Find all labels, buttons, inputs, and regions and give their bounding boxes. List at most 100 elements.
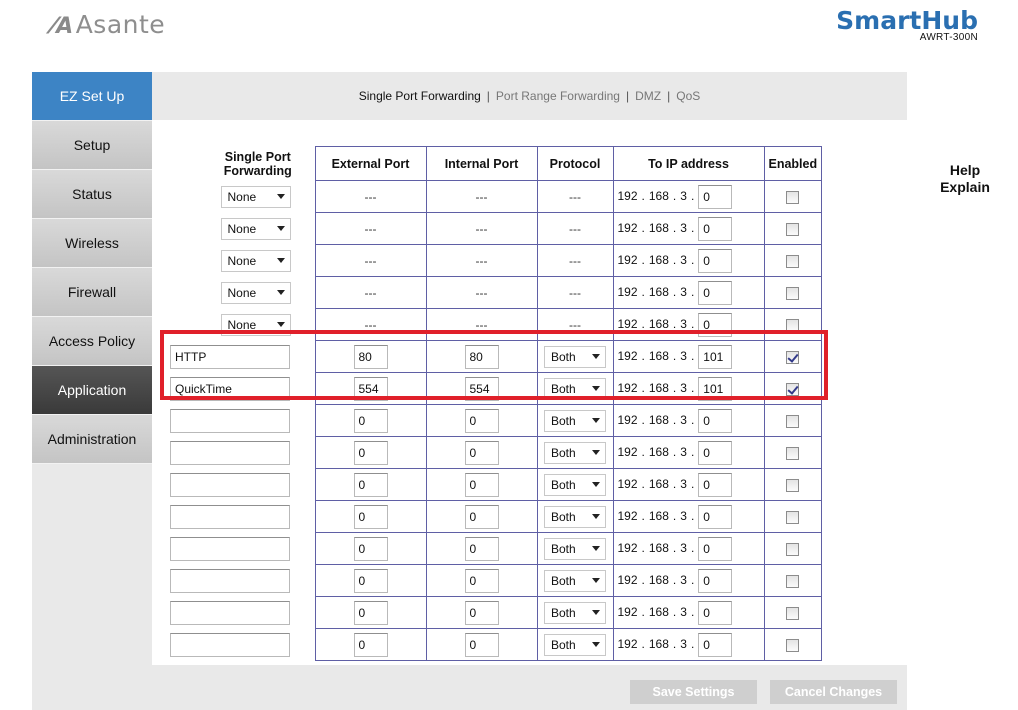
ip-octet-3: 3 xyxy=(680,252,687,267)
application-name-input[interactable]: HTTP xyxy=(170,344,290,369)
internal-port-input[interactable]: 0 xyxy=(464,568,499,593)
sidebar-item-ez-set-up[interactable]: EZ Set Up xyxy=(32,72,152,121)
application-name-input[interactable]: QuickTime xyxy=(170,376,290,401)
internal-port-value: --- xyxy=(475,317,488,332)
enabled-checkbox[interactable] xyxy=(786,350,800,364)
cancel-changes-button[interactable]: Cancel Changes xyxy=(770,680,897,704)
protocol-select[interactable]: Both xyxy=(544,537,606,560)
enabled-checkbox[interactable] xyxy=(786,414,800,428)
application-select[interactable]: None xyxy=(220,313,291,336)
protocol-select[interactable]: Both xyxy=(544,569,606,592)
external-port-input[interactable]: 0 xyxy=(353,408,388,433)
chevron-down-icon xyxy=(592,546,600,551)
ip-last-octet-input[interactable]: 101 xyxy=(698,344,733,369)
help-explain[interactable]: Help Explain xyxy=(925,162,1005,196)
enabled-cell xyxy=(763,596,823,629)
save-settings-button[interactable]: Save Settings xyxy=(630,680,757,704)
column-header-enabled: Enabled xyxy=(763,146,823,181)
application-name-input[interactable] xyxy=(170,472,290,497)
internal-port-input[interactable]: 0 xyxy=(464,536,499,561)
enabled-checkbox[interactable] xyxy=(786,286,800,300)
ip-last-octet-input[interactable]: 0 xyxy=(698,472,733,497)
protocol-select[interactable]: Both xyxy=(544,505,606,528)
sidebar-item-administration[interactable]: Administration xyxy=(32,415,152,464)
enabled-checkbox[interactable] xyxy=(786,254,800,268)
protocol-select[interactable]: Both xyxy=(544,409,606,432)
enabled-checkbox[interactable] xyxy=(786,574,800,588)
enabled-checkbox[interactable] xyxy=(786,222,800,236)
ip-octet-3: 3 xyxy=(680,412,687,427)
ip-last-octet-input[interactable]: 0 xyxy=(698,216,733,241)
external-port-input[interactable]: 0 xyxy=(353,600,388,625)
protocol-select[interactable]: Both xyxy=(544,601,606,624)
protocol-select[interactable]: Both xyxy=(544,633,606,656)
protocol-select[interactable]: Both xyxy=(544,473,606,496)
sidebar-item-wireless[interactable]: Wireless xyxy=(32,219,152,268)
ip-octet-3: 3 xyxy=(680,476,687,491)
ip-last-octet-input[interactable]: 0 xyxy=(698,568,733,593)
internal-port-input[interactable]: 0 xyxy=(464,408,499,433)
application-name-input[interactable] xyxy=(170,632,290,657)
application-select[interactable]: None xyxy=(220,185,291,208)
ip-last-octet-input[interactable]: 0 xyxy=(698,312,733,337)
ip-dot: . xyxy=(641,252,645,267)
ip-last-octet-input[interactable]: 0 xyxy=(698,440,733,465)
protocol-select[interactable]: Both xyxy=(544,441,606,464)
enabled-checkbox[interactable] xyxy=(786,318,800,332)
tab-port-range-forwarding[interactable]: Port Range Forwarding xyxy=(496,89,620,103)
external-port-input[interactable]: 0 xyxy=(353,632,388,657)
external-port-input[interactable]: 554 xyxy=(353,376,388,401)
enabled-checkbox[interactable] xyxy=(786,446,800,460)
tab-single-port-forwarding[interactable]: Single Port Forwarding xyxy=(359,89,481,103)
application-select[interactable]: None xyxy=(220,281,291,304)
ip-dot: . xyxy=(672,636,677,651)
enabled-checkbox[interactable] xyxy=(786,510,800,524)
application-select[interactable]: None xyxy=(220,217,291,240)
enabled-checkbox[interactable] xyxy=(786,606,800,620)
application-name-input[interactable] xyxy=(170,440,290,465)
tab-dmz[interactable]: DMZ xyxy=(635,89,661,103)
application-name-input[interactable] xyxy=(170,504,290,529)
enabled-checkbox[interactable] xyxy=(786,478,800,492)
internal-port-input[interactable]: 554 xyxy=(464,376,499,401)
protocol-select[interactable]: Both xyxy=(544,377,606,400)
application-select[interactable]: None xyxy=(220,249,291,272)
internal-port-input[interactable]: 0 xyxy=(464,472,499,497)
internal-port-input[interactable]: 80 xyxy=(464,344,499,369)
enabled-checkbox[interactable] xyxy=(786,190,800,204)
ip-last-octet-input[interactable]: 0 xyxy=(698,184,733,209)
enabled-checkbox[interactable] xyxy=(786,382,800,396)
ip-last-octet-input[interactable]: 0 xyxy=(698,632,733,657)
application-name-input[interactable] xyxy=(170,568,290,593)
internal-port-input[interactable]: 0 xyxy=(464,632,499,657)
internal-port-input[interactable]: 0 xyxy=(464,600,499,625)
ip-last-octet-input[interactable]: 101 xyxy=(698,376,733,401)
sidebar-item-status[interactable]: Status xyxy=(32,170,152,219)
sidebar-item-application[interactable]: Application xyxy=(32,366,152,415)
sidebar-item-firewall[interactable]: Firewall xyxy=(32,268,152,317)
sidebar-item-setup[interactable]: Setup xyxy=(32,121,152,170)
tab-qos[interactable]: QoS xyxy=(676,89,700,103)
external-port-input[interactable]: 0 xyxy=(353,472,388,497)
sidebar-item-access-policy[interactable]: Access Policy xyxy=(32,317,152,366)
application-name-input[interactable] xyxy=(170,536,290,561)
external-port-input[interactable]: 0 xyxy=(353,536,388,561)
external-port-input[interactable]: 0 xyxy=(353,504,388,529)
internal-port-input[interactable]: 0 xyxy=(464,504,499,529)
external-port-input[interactable]: 0 xyxy=(353,440,388,465)
external-port-input[interactable]: 80 xyxy=(353,344,388,369)
ip-octet-1: 192 xyxy=(617,476,638,491)
protocol-select[interactable]: Both xyxy=(544,345,606,368)
ip-last-octet-input[interactable]: 0 xyxy=(698,248,733,273)
ip-last-octet-input[interactable]: 0 xyxy=(698,536,733,561)
ip-last-octet-input[interactable]: 0 xyxy=(698,600,733,625)
enabled-checkbox[interactable] xyxy=(786,638,800,652)
ip-last-octet-input[interactable]: 0 xyxy=(698,280,733,305)
application-name-input[interactable] xyxy=(170,408,290,433)
enabled-checkbox[interactable] xyxy=(786,542,800,556)
ip-last-octet-input[interactable]: 0 xyxy=(698,504,733,529)
external-port-input[interactable]: 0 xyxy=(353,568,388,593)
internal-port-input[interactable]: 0 xyxy=(464,440,499,465)
application-name-input[interactable] xyxy=(170,600,290,625)
ip-last-octet-input[interactable]: 0 xyxy=(698,408,733,433)
